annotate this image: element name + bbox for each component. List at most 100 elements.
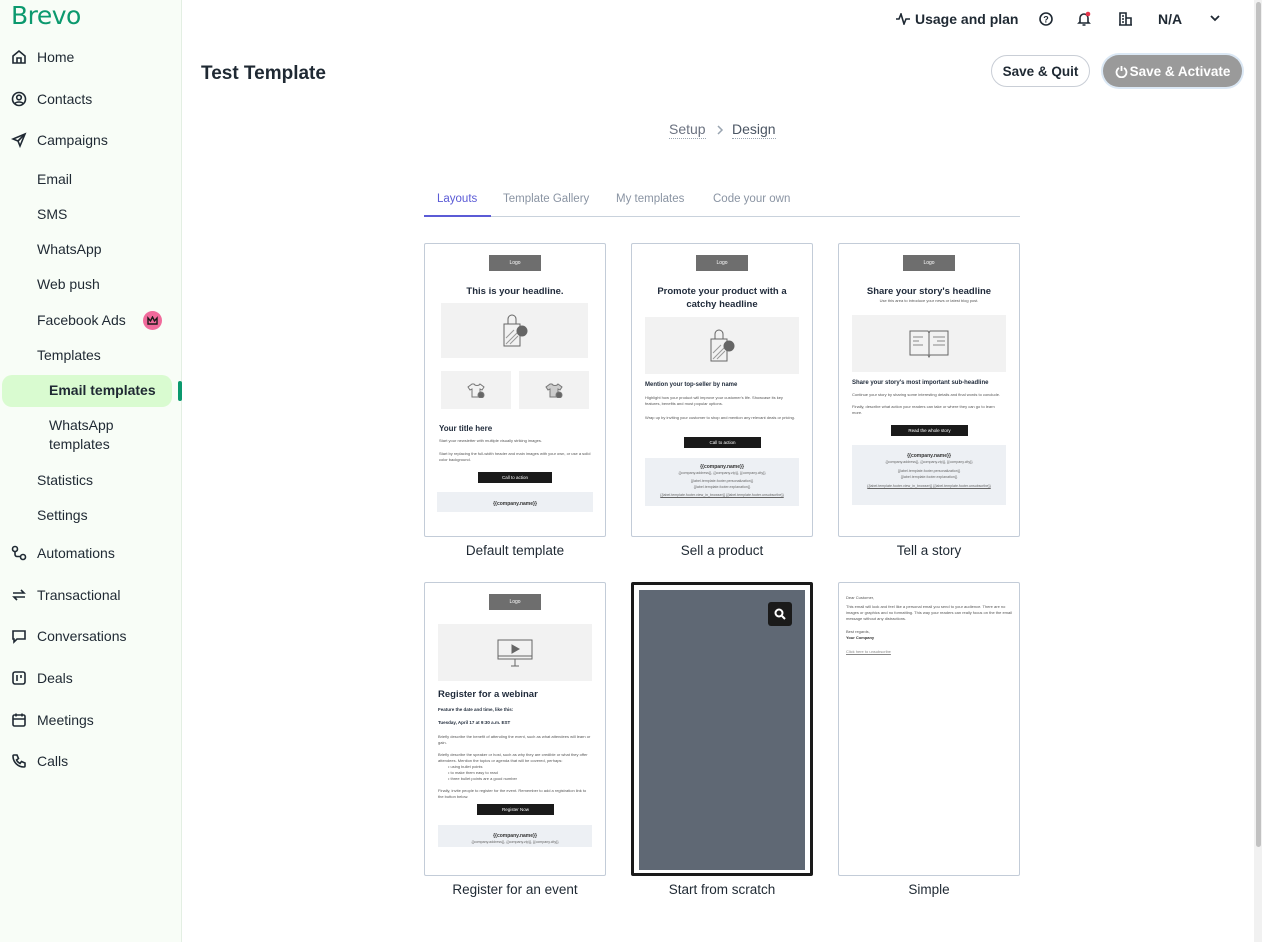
template-text: Finally, invite people to register for t… — [438, 788, 587, 799]
chevron-down-icon[interactable] — [1210, 15, 1220, 22]
sidebar-item-contacts[interactable]: Contacts — [0, 84, 180, 114]
organization-icon[interactable] — [1119, 12, 1132, 26]
template-text: Finally, describe what action your reade… — [852, 404, 995, 415]
sidebar-item-email[interactable]: Email — [0, 164, 180, 194]
crown-icon — [143, 311, 162, 330]
page-title: Test Template — [201, 63, 326, 84]
breadcrumb-setup[interactable]: Setup — [669, 121, 706, 139]
home-icon — [10, 48, 28, 66]
transactional-icon — [10, 586, 28, 604]
template-text: Feature the date and time, like this: — [438, 707, 514, 712]
sidebar-item-whatsapp-templates[interactable]: WhatsApp templates — [0, 415, 180, 455]
template-name: Start from scratch — [668, 882, 776, 897]
template-title: Share your story's most important sub-he… — [852, 380, 989, 386]
template-text: Highlight how your product will improve … — [645, 395, 783, 406]
conversations-icon — [10, 627, 28, 645]
bag-image — [645, 317, 799, 374]
footer-address: {{company.address}}, {{company.zip}}, {{… — [471, 840, 559, 844]
sidebar-item-conversations[interactable]: Conversations — [0, 621, 180, 651]
tab-code-your-own[interactable]: Code your own — [713, 193, 790, 205]
sidebar-item-deals[interactable]: Deals — [0, 663, 180, 693]
footer-text: {{label.template.footer.explanation}} — [900, 475, 958, 479]
template-name: Tell a story — [896, 543, 962, 558]
sidebar-item-settings[interactable]: Settings — [0, 500, 180, 530]
template-text: Start your newsletter with multiple visu… — [439, 438, 542, 443]
footer-preview: {{company.name}} — [437, 492, 593, 512]
bullet-item: • three bullet points are a good number — [448, 776, 517, 781]
tab-template-gallery[interactable]: Template Gallery — [503, 193, 589, 205]
brevo-logo[interactable]: Brevo — [11, 1, 81, 30]
video-screen-image — [438, 624, 592, 681]
template-text: Use this area to introduce your news or … — [879, 298, 979, 303]
calendar-icon — [10, 711, 28, 729]
bullet-list: • using bullet points • to make them eas… — [448, 764, 591, 782]
cta-button-preview: Register Now — [477, 804, 554, 815]
active-item-indicator — [178, 381, 182, 401]
logo-placeholder: Logo — [489, 594, 541, 610]
template-text: Dear Customer, — [846, 595, 875, 600]
save-quit-button[interactable]: Save & Quit — [991, 55, 1090, 87]
cta-button-preview: Call to action — [478, 472, 552, 483]
footer-links: {{label.template.footer.view_in_browser}… — [867, 484, 991, 488]
template-text: Tuesday, April 17 at 9:30 a.m. EST — [438, 720, 511, 725]
sidebar-item-sms[interactable]: SMS — [0, 199, 180, 229]
template-text: Continue your story by sharing some inte… — [852, 392, 1001, 397]
sidebar-item-home[interactable]: Home — [0, 42, 180, 72]
svg-text:?: ? — [1043, 15, 1049, 25]
template-headline: This is your headline. — [466, 286, 564, 297]
footer-text: {{label.template.footer.explanation}} — [693, 485, 751, 489]
template-title: Mention your top-seller by name — [645, 382, 738, 388]
send-icon — [10, 131, 28, 149]
footer-preview: {{company.name}} {{company.address}}, {{… — [852, 445, 1006, 505]
template-card-sell-product[interactable]: Logo Promote your product with a catchy … — [631, 243, 813, 537]
sidebar-item-statistics[interactable]: Statistics — [0, 465, 180, 495]
account-name[interactable]: N/A — [1158, 11, 1182, 27]
template-name: Simple — [908, 882, 950, 897]
phone-icon — [10, 752, 28, 770]
shirt-image — [441, 371, 511, 409]
footer-company: {{company.name}} — [493, 501, 537, 507]
usage-and-plan-link[interactable]: Usage and plan — [915, 11, 1018, 27]
template-text: Start by replacing the full-width header… — [439, 451, 591, 462]
template-card-start-from-scratch[interactable] — [631, 582, 813, 876]
template-headline: Share your story's headline — [866, 286, 992, 297]
preview-button[interactable] — [768, 602, 792, 626]
template-card-tell-story[interactable]: Logo Share your story's headline Use thi… — [838, 243, 1020, 537]
help-icon[interactable]: ? — [1039, 12, 1053, 26]
notifications-bell-icon[interactable] — [1077, 11, 1091, 27]
template-card-default[interactable]: Logo This is your headline. Your title h… — [424, 243, 606, 537]
sidebar-item-campaigns[interactable]: Campaigns — [0, 125, 180, 155]
sidebar-item-templates[interactable]: Templates — [0, 340, 180, 370]
sidebar-item-transactional[interactable]: Transactional — [0, 580, 180, 610]
sidebar-item-automations[interactable]: Automations — [0, 538, 180, 568]
sidebar-item-web-push[interactable]: Web push — [0, 269, 180, 299]
template-name: Register for an event — [452, 882, 578, 897]
sidebar-item-email-templates[interactable]: Email templates — [0, 375, 172, 405]
template-card-simple[interactable]: Dear Customer, This email will look and … — [838, 582, 1020, 876]
tab-layouts[interactable]: Layouts — [437, 193, 477, 205]
tab-my-templates[interactable]: My templates — [616, 193, 684, 205]
sidebar-item-calls[interactable]: Calls — [0, 746, 180, 776]
scrollbar-thumb[interactable] — [1256, 2, 1261, 847]
template-text: Your Company — [846, 635, 875, 640]
template-text: Briefly describe the speaker or host, su… — [438, 752, 588, 763]
unsubscribe-link-preview: Click here to unsubscribe — [846, 649, 891, 654]
template-title: Your title here — [439, 424, 493, 433]
footer-address: {{company.address}}, {{company.zip}}, {{… — [678, 471, 766, 475]
footer-preview: {{company.name}} {{company.address}}, {{… — [645, 458, 799, 506]
shirt-image — [519, 371, 589, 409]
template-name: Sell a product — [680, 543, 764, 558]
template-tabs: Layouts Template Gallery My templates Co… — [424, 191, 1020, 217]
page-scrollbar[interactable] — [1254, 0, 1262, 942]
sidebar-item-whatsapp[interactable]: WhatsApp — [0, 234, 180, 264]
template-card-register-event[interactable]: Logo Register for a webinar Feature the … — [424, 582, 606, 876]
template-text: Briefly describe the benefit of attendin… — [438, 734, 591, 745]
breadcrumb-design[interactable]: Design — [732, 121, 776, 139]
save-activate-button[interactable]: Save & Activate — [1103, 55, 1242, 87]
cta-button-preview: Read the whole story — [891, 425, 968, 436]
contacts-icon — [10, 90, 28, 108]
automations-icon — [10, 544, 28, 562]
blank-preview — [639, 590, 805, 870]
logo-placeholder: Logo — [696, 255, 748, 271]
sidebar-item-meetings[interactable]: Meetings — [0, 705, 180, 735]
